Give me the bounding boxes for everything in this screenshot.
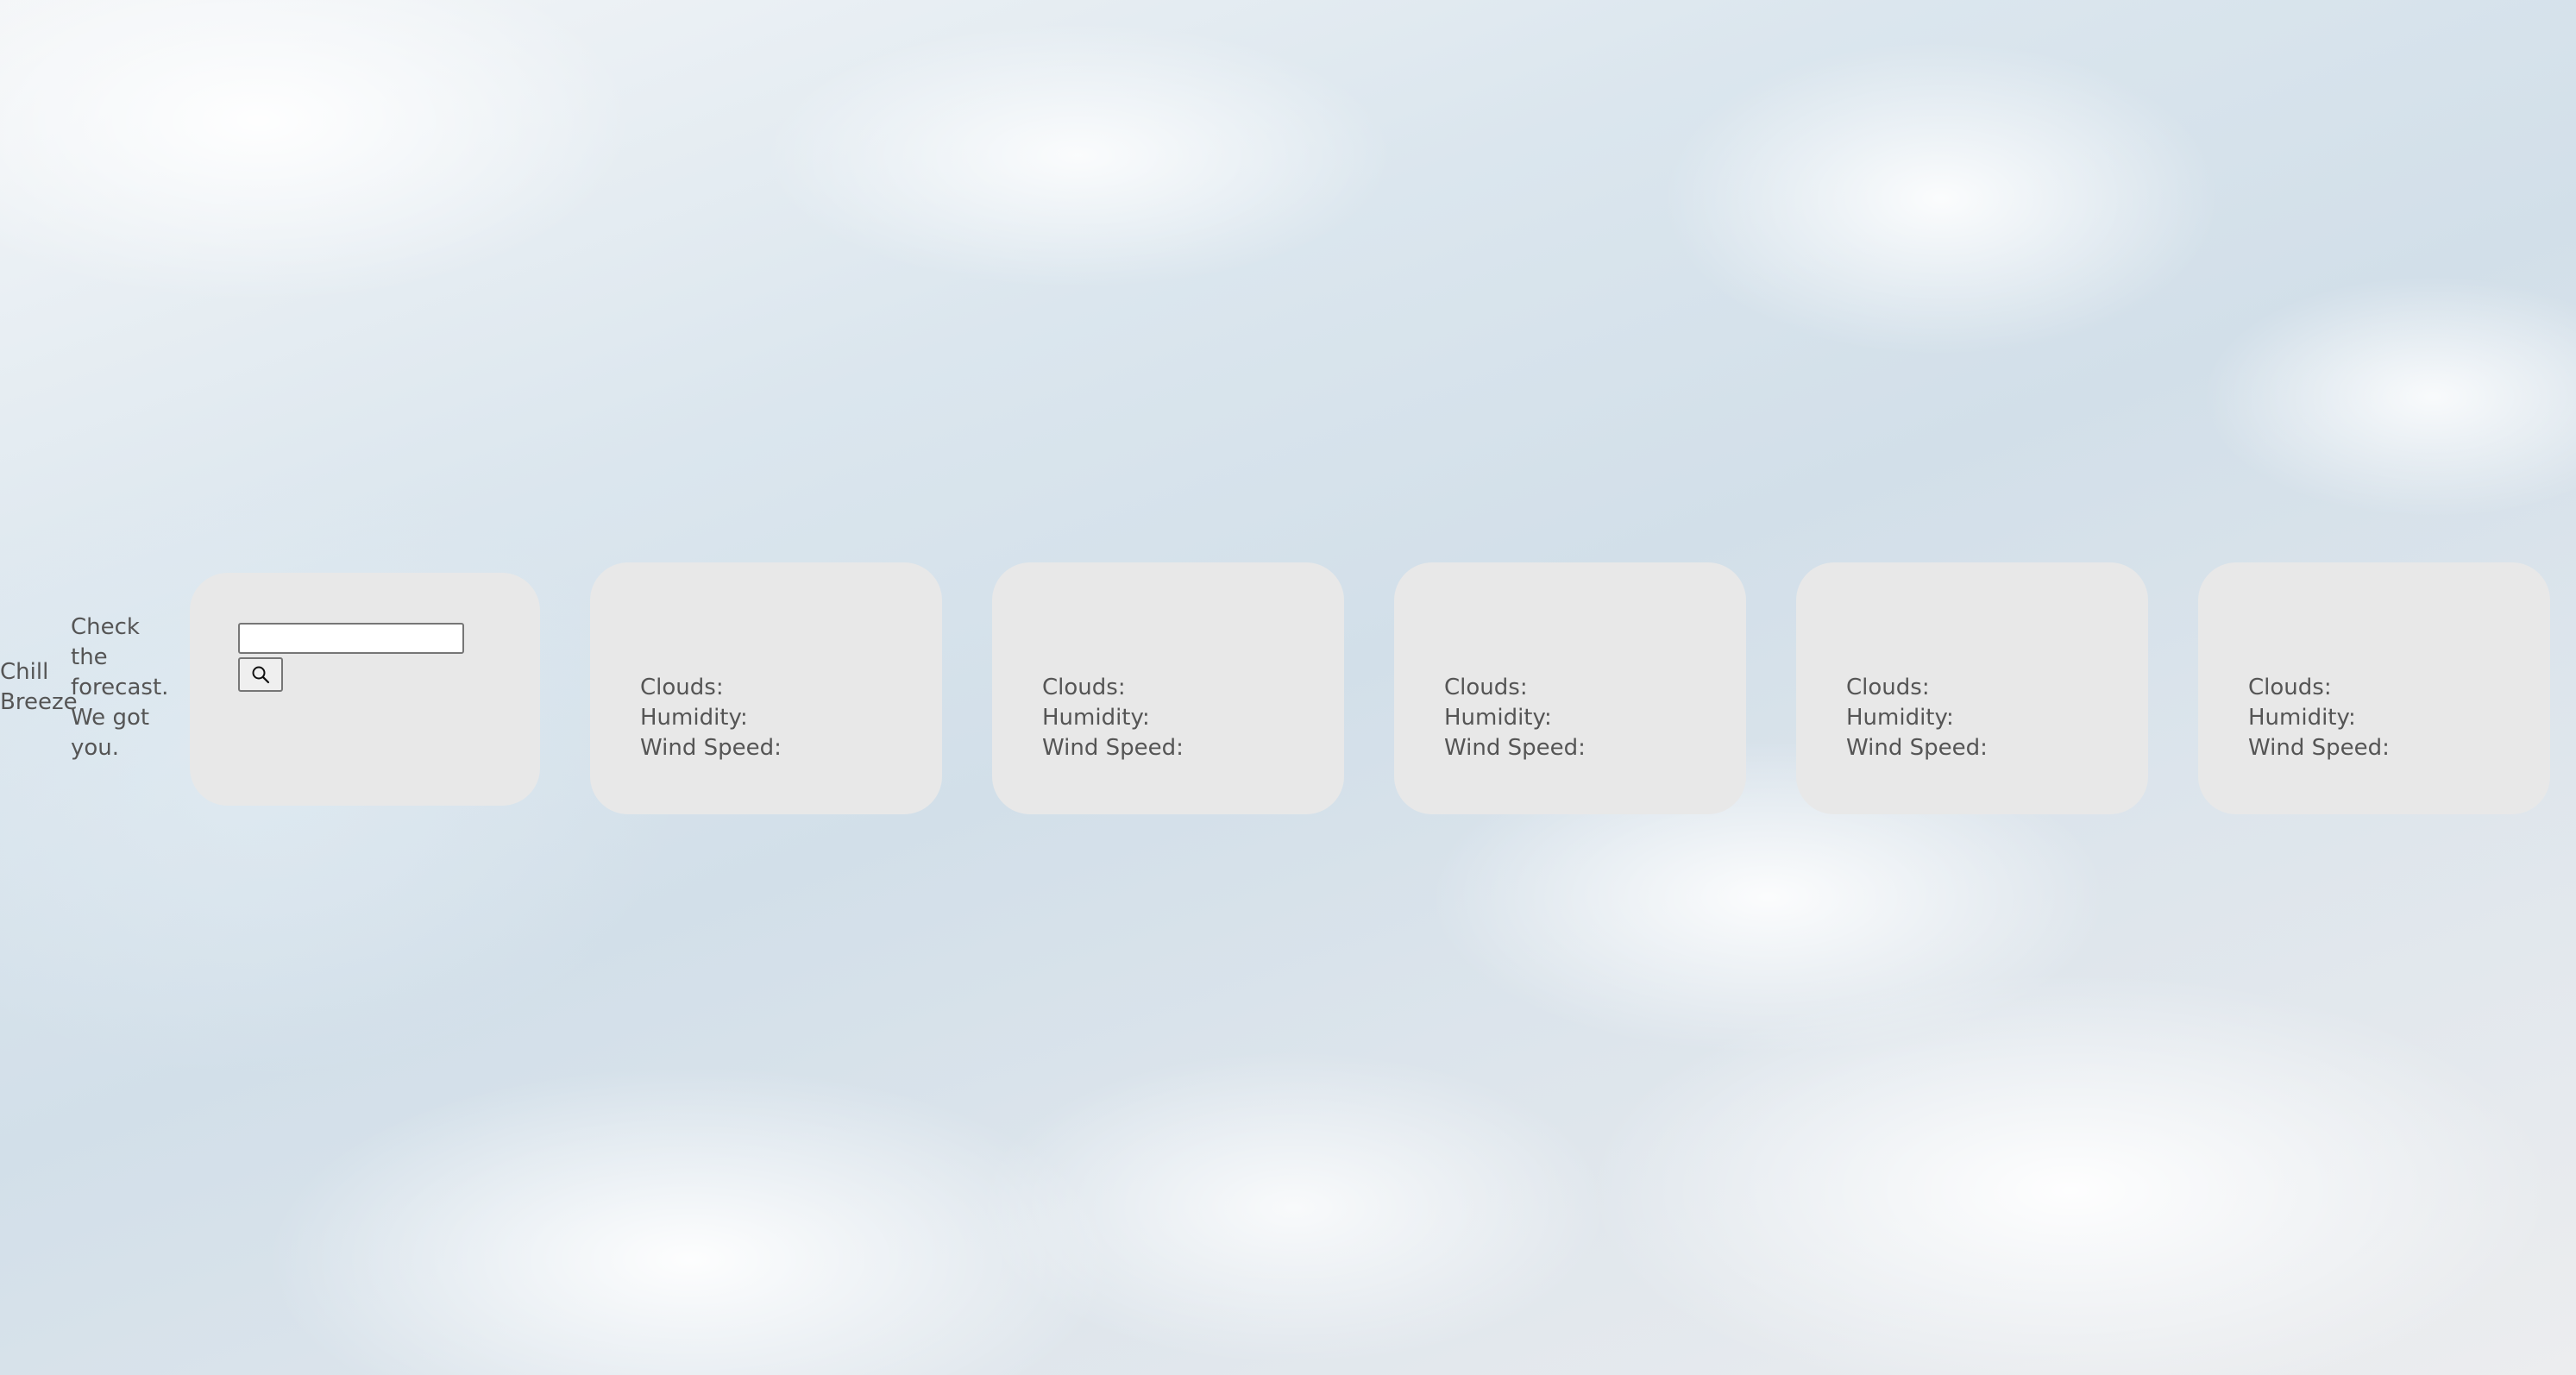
humidity-label: Humidity: [640,705,748,731]
search-button[interactable] [238,657,283,692]
forecast-card-2: Clouds: Humidity: Wind Speed: [992,562,1344,814]
humidity-label: Humidity: [1444,705,1552,731]
clouds-label: Clouds: [1042,675,1126,700]
wind-speed-label: Wind Speed: [1042,735,1184,761]
forecast-card-3: Clouds: Humidity: Wind Speed: [1394,562,1746,814]
weather-app: Chill Breeze Check the forecast. We got … [0,0,2576,1375]
wind-speed-label: Wind Speed: [1444,735,1586,761]
search-card [190,573,540,806]
humidity-label: Humidity: [2248,705,2356,731]
forecast-card-4: Clouds: Humidity: Wind Speed: [1796,562,2148,814]
wind-speed-label: Wind Speed: [1846,735,1988,761]
search-icon [250,664,271,685]
clouds-label: Clouds: [1444,675,1528,700]
app-tagline: Check the forecast. We got you. [71,614,169,761]
city-search-input[interactable] [238,623,464,654]
wind-speed-label: Wind Speed: [640,735,782,761]
humidity-label: Humidity: [1042,705,1150,731]
wind-speed-label: Wind Speed: [2248,735,2390,761]
clouds-label: Clouds: [1846,675,1930,700]
app-name: Chill Breeze [0,659,78,715]
clouds-label: Clouds: [640,675,724,700]
humidity-label: Humidity: [1846,705,1954,731]
forecast-card-5: Clouds: Humidity: Wind Speed: [2198,562,2550,814]
clouds-label: Clouds: [2248,675,2332,700]
forecast-card-1: Clouds: Humidity: Wind Speed: [590,562,942,814]
